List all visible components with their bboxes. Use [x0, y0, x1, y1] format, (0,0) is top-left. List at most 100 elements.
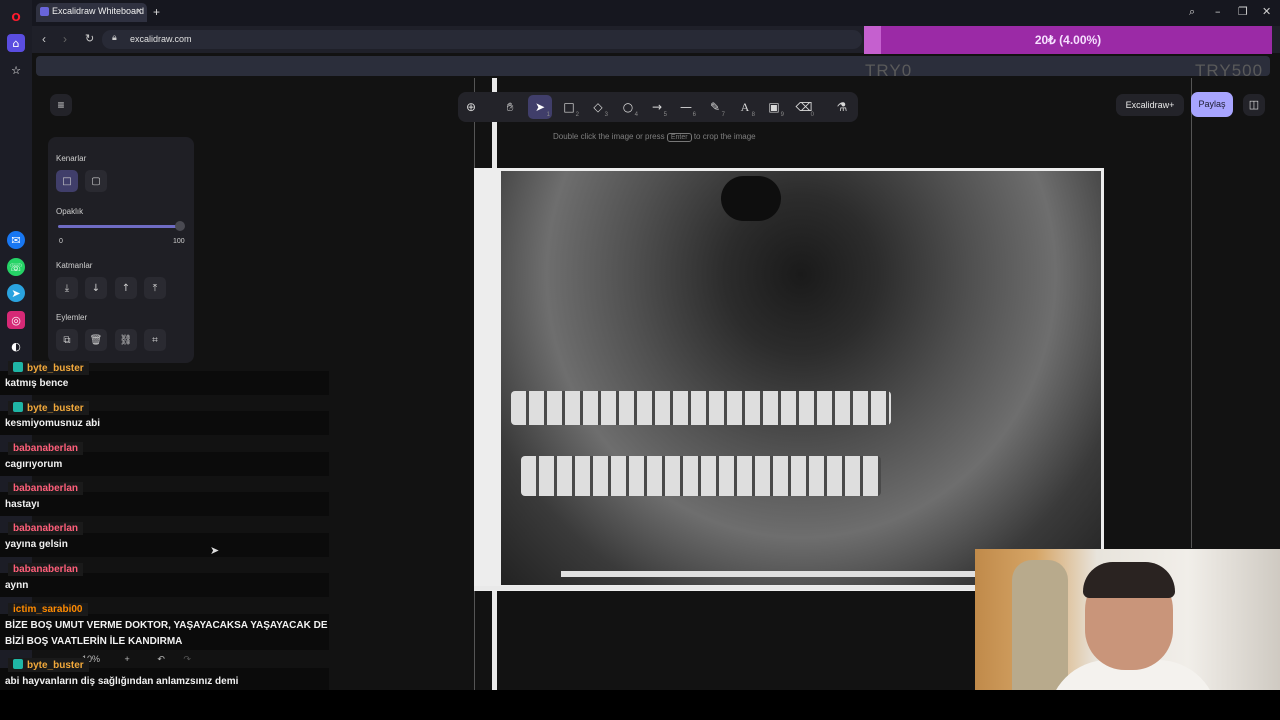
chat-message-row — [0, 492, 329, 516]
link-icon[interactable]: ⛓ — [115, 329, 137, 351]
subscriber-badge-icon — [13, 362, 23, 372]
actions-label: Eylemler — [56, 313, 88, 322]
bring-forward-icon[interactable]: ↑ — [115, 277, 137, 299]
text-icon[interactable]: A8 — [733, 95, 757, 119]
layers-label: Katmanlar — [56, 261, 93, 270]
discord-icon[interactable]: ◐ — [7, 337, 25, 355]
webcam-person-hair — [1083, 562, 1175, 598]
bring-to-front-icon[interactable]: ⤒ — [144, 277, 166, 299]
chat-message-text: BİZE BOŞ UMUT VERME DOKTOR, YAŞAYACAKSA … — [5, 620, 328, 631]
chat-message-row — [0, 573, 329, 597]
chat-message-text-line2: BİZİ BOŞ VAATLERİN İLE KANDIRMA — [5, 636, 183, 647]
eraser-icon[interactable]: ⌫ 0 — [792, 95, 816, 119]
undo-icon[interactable]: ↶ — [157, 654, 165, 664]
chat-message-text: cagırıyorum — [5, 459, 63, 470]
duplicate-icon[interactable]: ⧉ — [56, 329, 78, 351]
opera-logo-icon[interactable]: O — [7, 8, 25, 26]
lock-icon: 🔒︎ — [112, 33, 117, 43]
new-tab-icon[interactable]: + — [153, 5, 160, 19]
home-icon[interactable]: ⌂ — [7, 34, 25, 52]
excalidraw-plus-button[interactable]: Excalidraw+ — [1116, 94, 1184, 116]
library-sidebar-icon[interactable]: ◫ — [1243, 94, 1265, 116]
hint-key: Enter — [666, 133, 692, 142]
arrow-icon[interactable]: → 5 — [645, 95, 669, 119]
crop-hint: Double click the image or press Enter to… — [553, 132, 756, 142]
line-icon[interactable]: —6 — [674, 95, 698, 119]
lock-icon[interactable]: ⊕ — [459, 95, 483, 119]
round-edges-icon[interactable]: ▢ — [85, 170, 107, 192]
diamond-icon[interactable]: ◇ 3 — [586, 95, 610, 119]
chat-message-text: aynn — [5, 580, 29, 591]
reload-icon[interactable]: ↻ — [85, 32, 94, 45]
tab-bar — [32, 0, 1280, 26]
messenger-icon[interactable]: ✉ — [7, 231, 25, 249]
selection-icon[interactable]: ➤ 1 — [528, 95, 552, 119]
opacity-slider-track[interactable] — [58, 225, 182, 228]
chat-username: babanaberlan — [8, 522, 84, 535]
chat-username: byte_buster — [8, 361, 89, 375]
back-icon[interactable]: ‹ — [42, 32, 46, 46]
zoom-in-icon[interactable]: + — [125, 654, 130, 664]
delete-icon[interactable]: 🗑︎ — [85, 329, 107, 351]
share-button[interactable]: Paylaş — [1191, 92, 1233, 117]
hand-icon[interactable]: ✋︎ — [498, 95, 522, 119]
opacity-label: Opaklık — [56, 207, 84, 216]
crop-icon[interactable]: ⌗ — [144, 329, 166, 351]
subscriber-badge-icon — [13, 402, 23, 412]
bookmarks-bar — [36, 56, 1270, 76]
chat-username: byte_buster — [8, 658, 89, 672]
chat-username: babanaberlan — [8, 442, 84, 455]
canvas-guide-line — [1191, 78, 1192, 548]
chat-message-text: yayına gelsin — [5, 539, 68, 550]
bottom-black-strip — [0, 690, 1280, 720]
star-icon[interactable]: ☆ — [7, 61, 25, 79]
edges-label: Kenarlar — [56, 154, 87, 163]
chat-message-text: kesmiyomusnuz abi — [5, 418, 101, 429]
chat-message-text: abi hayvanların diş sağlığından anlamzsı… — [5, 676, 239, 687]
xray-bottom-edge — [561, 571, 1021, 577]
tab-title: Excalidraw Whiteboard — [52, 6, 145, 16]
chat-message-text: hastayı — [5, 499, 40, 510]
send-to-back-icon[interactable]: ⤓ — [56, 277, 78, 299]
image-icon[interactable]: ▣ 9 — [762, 95, 786, 119]
pencil-icon[interactable]: ✎ 7 — [703, 95, 727, 119]
donation-progress-text: 20₺ (4.00%) — [1034, 33, 1102, 47]
chat-message-text: katmış bence — [5, 378, 69, 389]
hint-text-before: Double click the image or press — [553, 132, 665, 141]
forward-icon[interactable]: › — [63, 32, 67, 46]
restore-icon[interactable]: ❐ — [1238, 5, 1248, 18]
chat-username: babanaberlan — [8, 482, 84, 495]
opacity-max: 100 — [173, 238, 185, 245]
redo-icon[interactable]: ↷ — [183, 654, 191, 664]
subscriber-badge-icon — [13, 659, 23, 669]
rectangle-icon[interactable]: □ 2 — [557, 95, 581, 119]
url-text: excalidraw.com — [130, 34, 192, 44]
send-backward-icon[interactable]: ↓ — [85, 277, 107, 299]
xray-upper-teeth — [511, 391, 891, 425]
dental-xray-image[interactable] — [501, 171, 1101, 585]
sharp-edges-icon[interactable]: □ — [56, 170, 78, 192]
telegram-icon[interactable]: ➤ — [7, 284, 25, 302]
address-field[interactable]: 🔒︎ excalidraw.com — [102, 30, 862, 49]
whatsapp-icon[interactable]: ☏ — [7, 258, 25, 276]
tab-excalidraw[interactable]: Excalidraw Whiteboard × — [36, 3, 147, 22]
minimize-icon[interactable]: – — [1215, 5, 1221, 18]
opacity-min: 0 — [59, 238, 63, 245]
main-menu-icon[interactable]: ≡ — [50, 94, 72, 116]
instagram-icon[interactable]: ◎ — [7, 311, 25, 329]
zoom-controls: 10% + ↶ ↷ — [82, 654, 191, 665]
ellipse-icon[interactable]: ○ 4 — [616, 95, 640, 119]
search-tabs-icon[interactable]: ⌕ — [1189, 5, 1195, 19]
close-window-icon[interactable]: ✕ — [1262, 5, 1271, 18]
chat-username: babanaberlan — [8, 563, 84, 576]
opacity-slider-thumb[interactable] — [175, 221, 185, 231]
extra-tools-icon[interactable]: ⚗ — [830, 95, 854, 119]
excalidraw-favicon-icon — [40, 7, 49, 16]
properties-panel: Kenarlar □ ▢ Opaklık 0 100 Katmanlar ⤓ ↓… — [48, 137, 194, 363]
chat-username: byte_buster — [8, 401, 89, 415]
mouse-cursor-icon: ➤ — [210, 544, 220, 557]
chat-username: ictim_sarabi00 — [8, 603, 88, 616]
xray-lower-teeth — [521, 456, 881, 496]
hint-text-after: to crop the image — [693, 132, 756, 141]
tab-close-icon[interactable]: × — [136, 6, 142, 17]
